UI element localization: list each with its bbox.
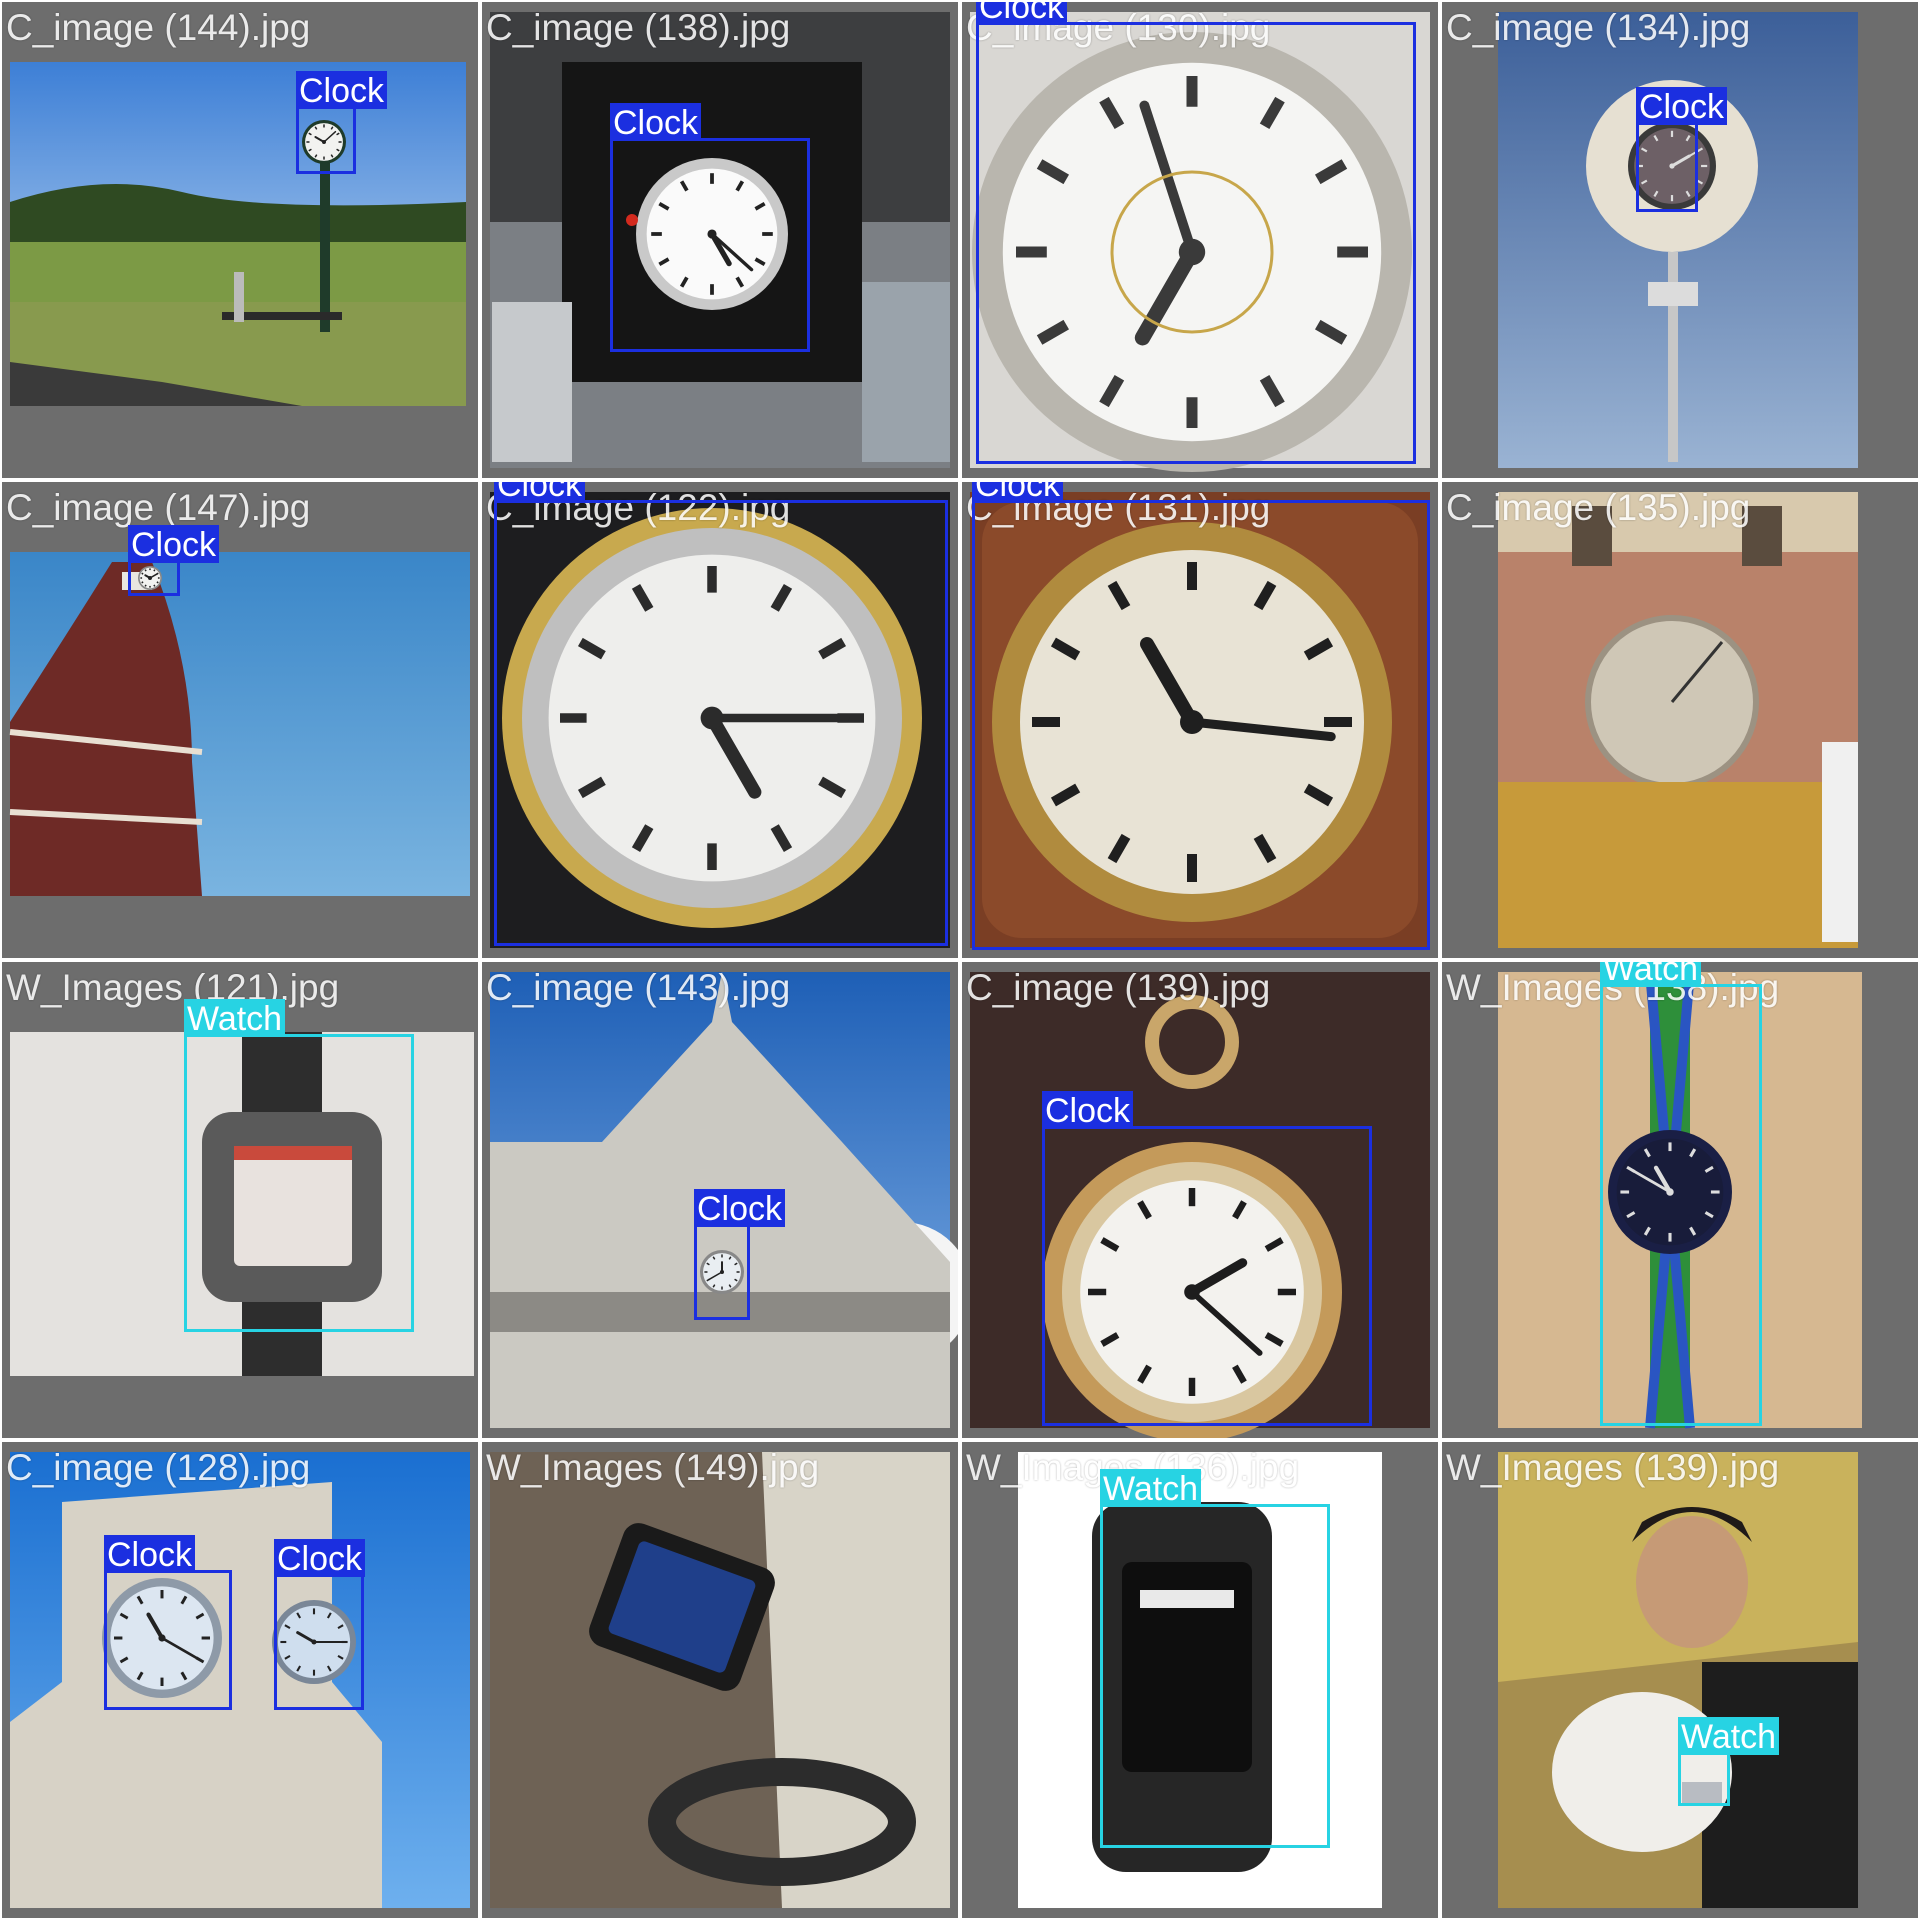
detection-label: Clock [1042, 1091, 1134, 1130]
detection-mosaic: C_image (144).jpg Clock C_image (138).jpg C… [0, 0, 1920, 1920]
watch-detection-box: Watch [184, 999, 414, 1332]
detection-label: Clock [128, 525, 220, 564]
image-filename: C_image (138).jpg [486, 7, 791, 48]
photo-street-clock-sky [1442, 2, 1918, 478]
detection-label: Watch [1600, 962, 1702, 988]
photo-tower-two-clocks [2, 1442, 478, 1918]
image-tile: W_Images (138).jpg Watch [1442, 962, 1918, 1438]
detection-label: Clock [494, 482, 586, 504]
image-filename: W_Images (149).jpg [486, 1447, 820, 1488]
image-tile: C_image (128).jpg Clock Clock [2, 1442, 478, 1918]
image-filename: C_image (147).jpg [6, 487, 311, 528]
image-tile: C_image (139).jpg Clock [962, 962, 1438, 1438]
image-tile: C_image (131).jpg Clock [962, 482, 1438, 958]
photo-golf-course-clock-post [2, 2, 478, 478]
image-tile: C_image (144).jpg Clock [2, 2, 478, 478]
image-filename: C_image (135).jpg [1446, 487, 1751, 528]
image-filename: C_image (128).jpg [6, 1447, 311, 1488]
watch-detection-box: Watch [1600, 962, 1762, 1426]
clock-detection-box: Clock [1042, 1091, 1372, 1426]
detection-label: Clock [972, 482, 1064, 504]
image-tile: C_image (122).jpg Clock [482, 482, 958, 958]
clock-detection-box: Clock [610, 103, 810, 352]
clock-detection-box: Clock [1636, 87, 1728, 212]
detection-label: Watch [184, 999, 286, 1038]
photo-brick-tower-clock [2, 482, 478, 958]
clock-detection-box: Clock [296, 71, 388, 174]
image-filename: C_image (144).jpg [6, 7, 311, 48]
image-tile: W_Images (149).jpg [482, 1442, 958, 1918]
detection-label: Watch [1678, 1717, 1780, 1756]
clock-detection-box: Clock [494, 482, 948, 946]
detection-label: Clock [274, 1539, 366, 1578]
photo-sundial-facade [1442, 482, 1918, 958]
detection-label: Watch [1100, 1469, 1202, 1508]
clock-detection-box: Clock [274, 1539, 366, 1710]
clock-detection-box: Clock [104, 1535, 232, 1710]
image-filename: C_image (134).jpg [1446, 7, 1751, 48]
image-tile: W_Images (139).jpg Watch [1442, 1442, 1918, 1918]
image-tile: C_image (130).jpg Clock [962, 2, 1438, 478]
image-tile: C_image (143).jpg Clock [482, 962, 958, 1438]
clock-detection-box: Clock [694, 1189, 786, 1320]
detection-label: Clock [296, 71, 388, 110]
detection-label: Clock [610, 103, 702, 142]
clock-detection-box: Clock [972, 482, 1430, 950]
image-filename: C_image (143).jpg [486, 967, 791, 1008]
image-filename: C_image (139).jpg [966, 967, 1271, 1008]
detection-label: Clock [104, 1535, 196, 1574]
image-filename: W_Images (139).jpg [1446, 1447, 1780, 1488]
detection-label: Clock [976, 2, 1068, 26]
image-tile: C_image (147).jpg Clock [2, 482, 478, 958]
clock-detection-box: Clock [976, 2, 1416, 464]
photo-man-with-dog-watch [1442, 1442, 1918, 1918]
image-tile: C_image (134).jpg Clock [1442, 2, 1918, 478]
watch-detection-box: Watch [1100, 1469, 1330, 1848]
image-tile: C_image (138).jpg Clock [482, 2, 958, 478]
clock-detection-box: Clock [128, 525, 220, 596]
watch-detection-box: Watch [1678, 1717, 1780, 1806]
detection-label: Clock [1636, 87, 1728, 126]
photo-wrist-smartwatch [482, 1442, 958, 1918]
detection-label: Clock [694, 1189, 786, 1228]
image-tile: W_Images (136).jpg Watch [962, 1442, 1438, 1918]
image-tile: W_Images (121).jpg Watch [2, 962, 478, 1438]
image-filename: W_Images (121).jpg [6, 967, 340, 1008]
image-tile: C_image (135).jpg [1442, 482, 1918, 958]
